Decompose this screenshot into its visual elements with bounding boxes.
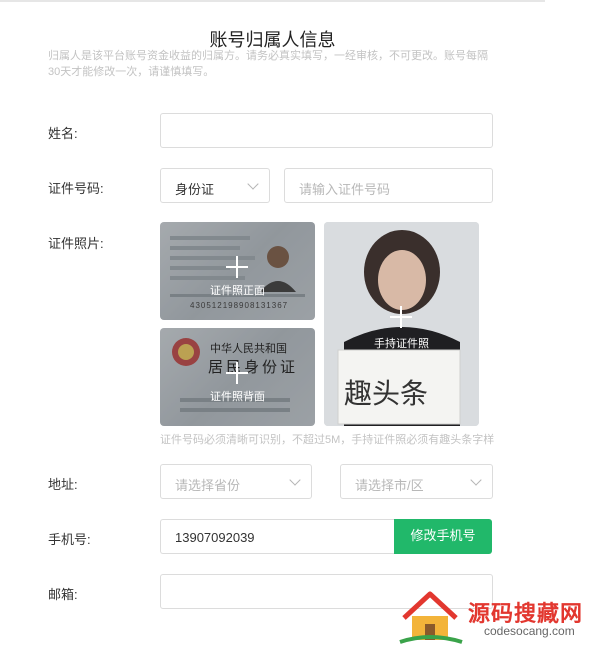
top-divider <box>0 0 545 2</box>
plus-icon <box>390 306 412 328</box>
photo-label: 证件照片: <box>48 236 104 251</box>
id-number-placeholder: 请输入证件号码 <box>299 182 391 197</box>
handheld-id-upload[interactable]: 趣头条 手持证件照 <box>324 222 479 426</box>
phone-value: 13907092039 <box>175 530 255 545</box>
plus-icon <box>226 256 248 278</box>
chevron-down-icon <box>247 178 259 190</box>
change-phone-button[interactable]: 修改手机号 <box>394 519 492 554</box>
phone-input[interactable]: 13907092039 <box>160 519 396 554</box>
handheld-caption: 手持证件照 <box>374 338 429 350</box>
plus-icon <box>226 362 248 384</box>
watermark-logo: 源码搜藏网 codesocang.com <box>398 588 598 646</box>
handheld-sign-text: 趣头条 <box>344 377 429 410</box>
id-back-title: 居民身份证 <box>208 359 299 376</box>
id-back-caption: 证件照背面 <box>210 391 265 403</box>
id-type-select[interactable]: 身份证 <box>160 168 270 203</box>
watermark-url: codesocang.com <box>484 624 575 638</box>
id-type-value: 身份证 <box>175 182 215 197</box>
name-label: 姓名: <box>48 126 78 141</box>
id-front-number: 430512198908131367 <box>190 301 289 310</box>
id-back-country: 中华人民共和国 <box>210 343 287 355</box>
id-number-input[interactable]: 请输入证件号码 <box>284 168 493 203</box>
page-description: 归属人是该平台账号资金收益的归属方。请务必真实填写，一经审核，不可更改。账号每隔… <box>48 50 488 78</box>
id-front-caption: 证件照正面 <box>210 285 265 297</box>
city-placeholder: 请选择市/区 <box>355 478 424 493</box>
id-back-upload[interactable]: 中华人民共和国 居民身份证 证件照背面 <box>160 328 315 426</box>
email-label: 邮箱: <box>48 587 78 602</box>
house-icon <box>399 591 463 644</box>
address-label: 地址: <box>48 477 78 492</box>
photo-hint: 证件号码必须清晰可识别，不超过5M，手持证件照必须有趣头条字样 <box>160 434 495 446</box>
chevron-down-icon <box>470 474 482 486</box>
province-select[interactable]: 请选择省份 <box>160 464 312 499</box>
chevron-down-icon <box>289 474 301 486</box>
province-placeholder: 请选择省份 <box>175 478 241 493</box>
id-front-upload[interactable]: 430512198908131367 证件照正面 <box>160 222 315 320</box>
name-input[interactable] <box>160 113 493 148</box>
phone-label: 手机号: <box>48 532 91 547</box>
city-select[interactable]: 请选择市/区 <box>340 464 493 499</box>
id-label: 证件号码: <box>48 181 104 196</box>
